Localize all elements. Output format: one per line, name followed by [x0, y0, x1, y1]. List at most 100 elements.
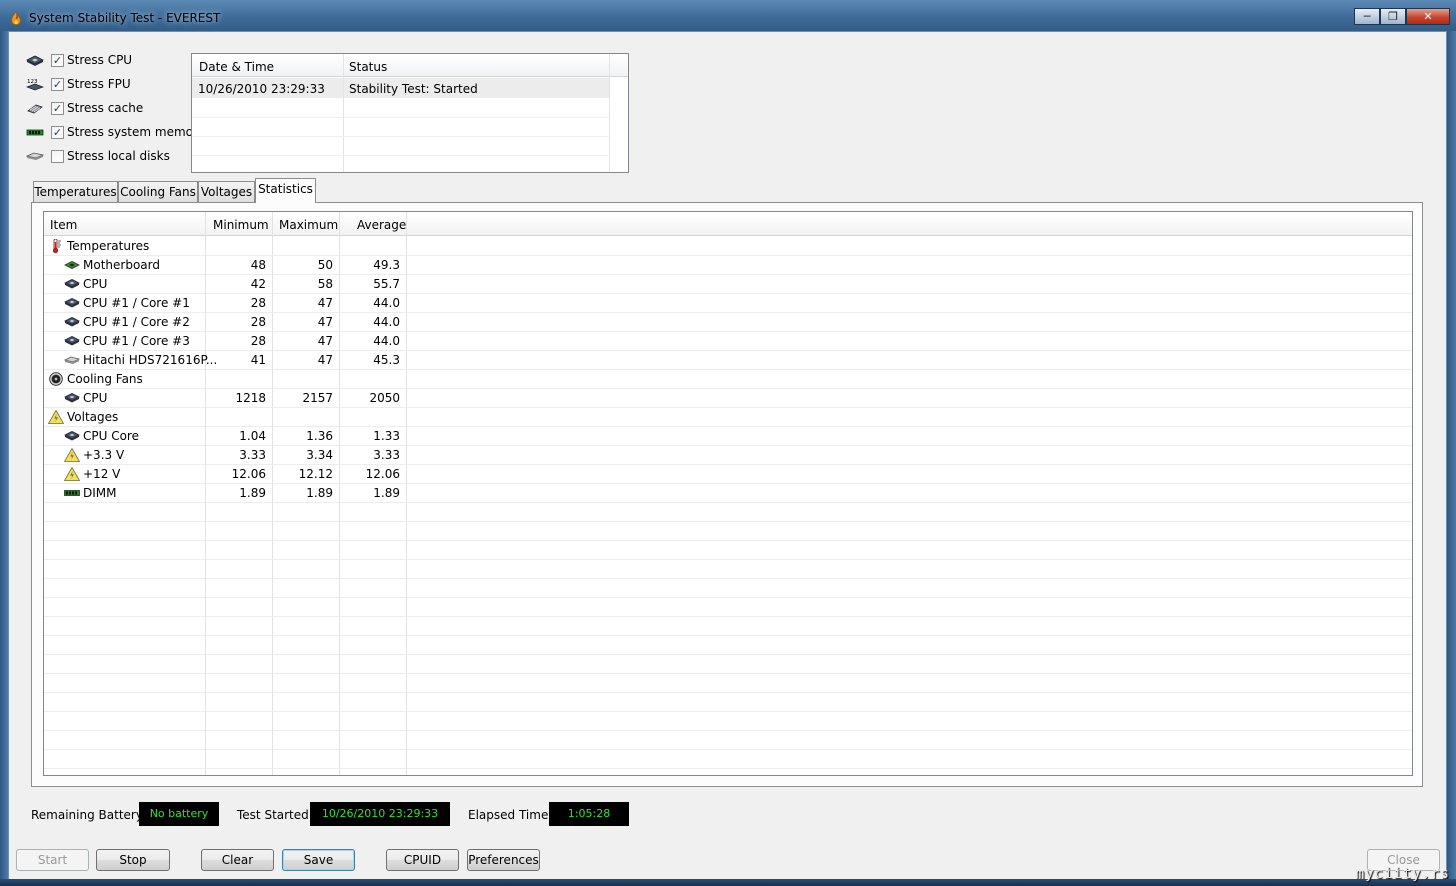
cache-icon [27, 104, 43, 114]
voltage-warning-icon [63, 447, 81, 462]
statistics-item-row[interactable]: +3.3 V 3.33 3.34 3.33 [44, 446, 1412, 465]
cpu-chip-icon [64, 334, 80, 348]
statistics-maximum-value: 50 [317, 258, 333, 272]
stress-cpu-checkbox[interactable]: ✓ [51, 54, 64, 67]
window-close-button[interactable]: ✕ [1406, 8, 1450, 25]
row-divider [192, 117, 610, 118]
statistics-maximum-value: 47 [317, 315, 333, 329]
column-header-average[interactable]: Average [357, 218, 406, 232]
statistics-item-row[interactable]: CPU 1218 2157 2050 [44, 389, 1412, 408]
cpu-chip-icon [64, 277, 80, 291]
statistics-maximum-value: 47 [317, 353, 333, 367]
statistics-item-label: +3.3 V [83, 448, 125, 462]
statistics-minimum-value: 3.33 [239, 448, 266, 462]
statistics-item-row[interactable]: Motherboard 48 50 49.3 [44, 256, 1412, 275]
statistics-maximum-value: 58 [317, 277, 333, 291]
thermometer-icon [48, 238, 64, 254]
statistics-average-value: 44.0 [373, 296, 400, 310]
stress-cache-checkbox[interactable]: ✓ [51, 102, 64, 115]
tab-statistics[interactable]: Statistics [255, 178, 316, 203]
statistics-item-label: Motherboard [83, 258, 160, 272]
row-divider [44, 768, 1412, 769]
motherboard-icon [64, 258, 80, 272]
statistics-item-label: CPU Core [83, 429, 139, 443]
stress-fpu-checkbox[interactable]: ✓ [51, 78, 64, 91]
statistics-item-row[interactable]: CPU Core 1.04 1.36 1.33 [44, 427, 1412, 446]
row-divider [44, 388, 1412, 389]
statistics-group-row[interactable]: Temperatures [44, 237, 1412, 256]
watermark: myciity.rs [1355, 866, 1450, 882]
statistics-group-row[interactable]: Cooling Fans [44, 370, 1412, 389]
stress-memory-checkbox[interactable]: ✓ [51, 126, 64, 139]
maximize-button[interactable]: ❐ [1380, 8, 1406, 25]
column-header-maximum[interactable]: Maximum [279, 218, 338, 232]
statistics-minimum-value: 1218 [235, 391, 266, 405]
statistics-minimum-value: 48 [250, 258, 266, 272]
statistics-average-value: 1.89 [373, 486, 400, 500]
row-divider [44, 578, 1412, 579]
statistics-item-row[interactable]: CPU 42 58 55.7 [44, 275, 1412, 294]
statistics-average-value: 55.7 [373, 277, 400, 291]
cpu-chip-icon [64, 315, 80, 329]
row-divider [44, 616, 1412, 617]
row-divider [44, 654, 1412, 655]
statistics-minimum-value: 12.06 [231, 467, 266, 481]
statistics-item-label: +12 V [83, 467, 121, 481]
statistics-item-label: CPU #1 / Core #2 [83, 315, 190, 329]
save-button[interactable]: Save [282, 849, 355, 871]
row-divider [44, 293, 1412, 294]
statistics-item-row[interactable]: +12 V 12.06 12.12 12.06 [44, 465, 1412, 484]
row-divider [44, 730, 1412, 731]
event-log-header: Date & Time Status [192, 54, 628, 77]
statistics-item-row[interactable]: CPU #1 / Core #2 28 47 44.0 [44, 313, 1412, 332]
statistics-maximum-value: 1.89 [306, 486, 333, 500]
statistics-item-row[interactable]: Hitachi HDS721616P... 41 47 45.3 [44, 351, 1412, 370]
statistics-average-value: 2050 [369, 391, 400, 405]
row-divider [44, 749, 1412, 750]
preferences-button[interactable]: Preferences [467, 849, 540, 871]
row-divider [44, 711, 1412, 712]
statistics-maximum-value: 47 [317, 296, 333, 310]
column-header-datetime[interactable]: Date & Time [199, 60, 274, 74]
statistics-group-row[interactable]: Voltages [44, 408, 1412, 427]
row-divider [44, 331, 1412, 332]
statistics-item-row[interactable]: CPU #1 / Core #1 28 47 44.0 [44, 294, 1412, 313]
statistics-item-row[interactable]: CPU #1 / Core #3 28 47 44.0 [44, 332, 1412, 351]
stress-disks-checkbox[interactable] [51, 150, 64, 163]
stress-fpu-label: Stress FPU [67, 77, 131, 91]
cpuid-button[interactable]: CPUID [386, 849, 459, 871]
column-header-minimum[interactable]: Minimum [213, 218, 269, 232]
stress-memory-label: Stress system memory [67, 125, 206, 139]
everest-flame-icon [11, 11, 21, 26]
statistics-grid[interactable]: Item Minimum Maximum Average Temperature… [43, 211, 1413, 776]
tab-cooling-fans[interactable]: Cooling Fans [118, 181, 198, 202]
column-header-item[interactable]: Item [50, 218, 77, 232]
row-divider [44, 274, 1412, 275]
event-log-list[interactable]: Date & Time Status 10/26/2010 23:29:33 S… [191, 53, 629, 173]
statistics-item-label: Temperatures [67, 239, 150, 253]
row-divider [44, 445, 1412, 446]
row-divider [44, 312, 1412, 313]
stress-disks-label: Stress local disks [67, 149, 170, 163]
fan-icon [48, 372, 64, 386]
statistics-item-row[interactable]: DIMM 1.89 1.89 1.89 [44, 484, 1412, 503]
tab-temperatures[interactable]: Temperatures [33, 181, 118, 202]
stop-button[interactable]: Stop [96, 849, 170, 871]
start-button[interactable]: Start [16, 849, 89, 871]
row-divider [44, 540, 1412, 541]
statistics-average-value: 49.3 [373, 258, 400, 272]
log-row-datetime: 10/26/2010 23:29:33 [198, 82, 325, 96]
row-divider [44, 426, 1412, 427]
tab-voltages[interactable]: Voltages [198, 181, 255, 202]
memory-module-icon [64, 486, 80, 500]
row-divider [192, 136, 610, 137]
statistics-minimum-value: 28 [250, 334, 266, 348]
statistics-minimum-value: 1.04 [239, 429, 266, 443]
row-divider [44, 502, 1412, 503]
column-header-status[interactable]: Status [349, 60, 387, 74]
statistics-maximum-value: 12.12 [298, 467, 333, 481]
log-row-status: Stability Test: Started [349, 82, 478, 96]
statistics-item-label: CPU [83, 277, 108, 291]
clear-button[interactable]: Clear [201, 849, 274, 871]
minimize-button[interactable]: ─ [1354, 8, 1380, 25]
